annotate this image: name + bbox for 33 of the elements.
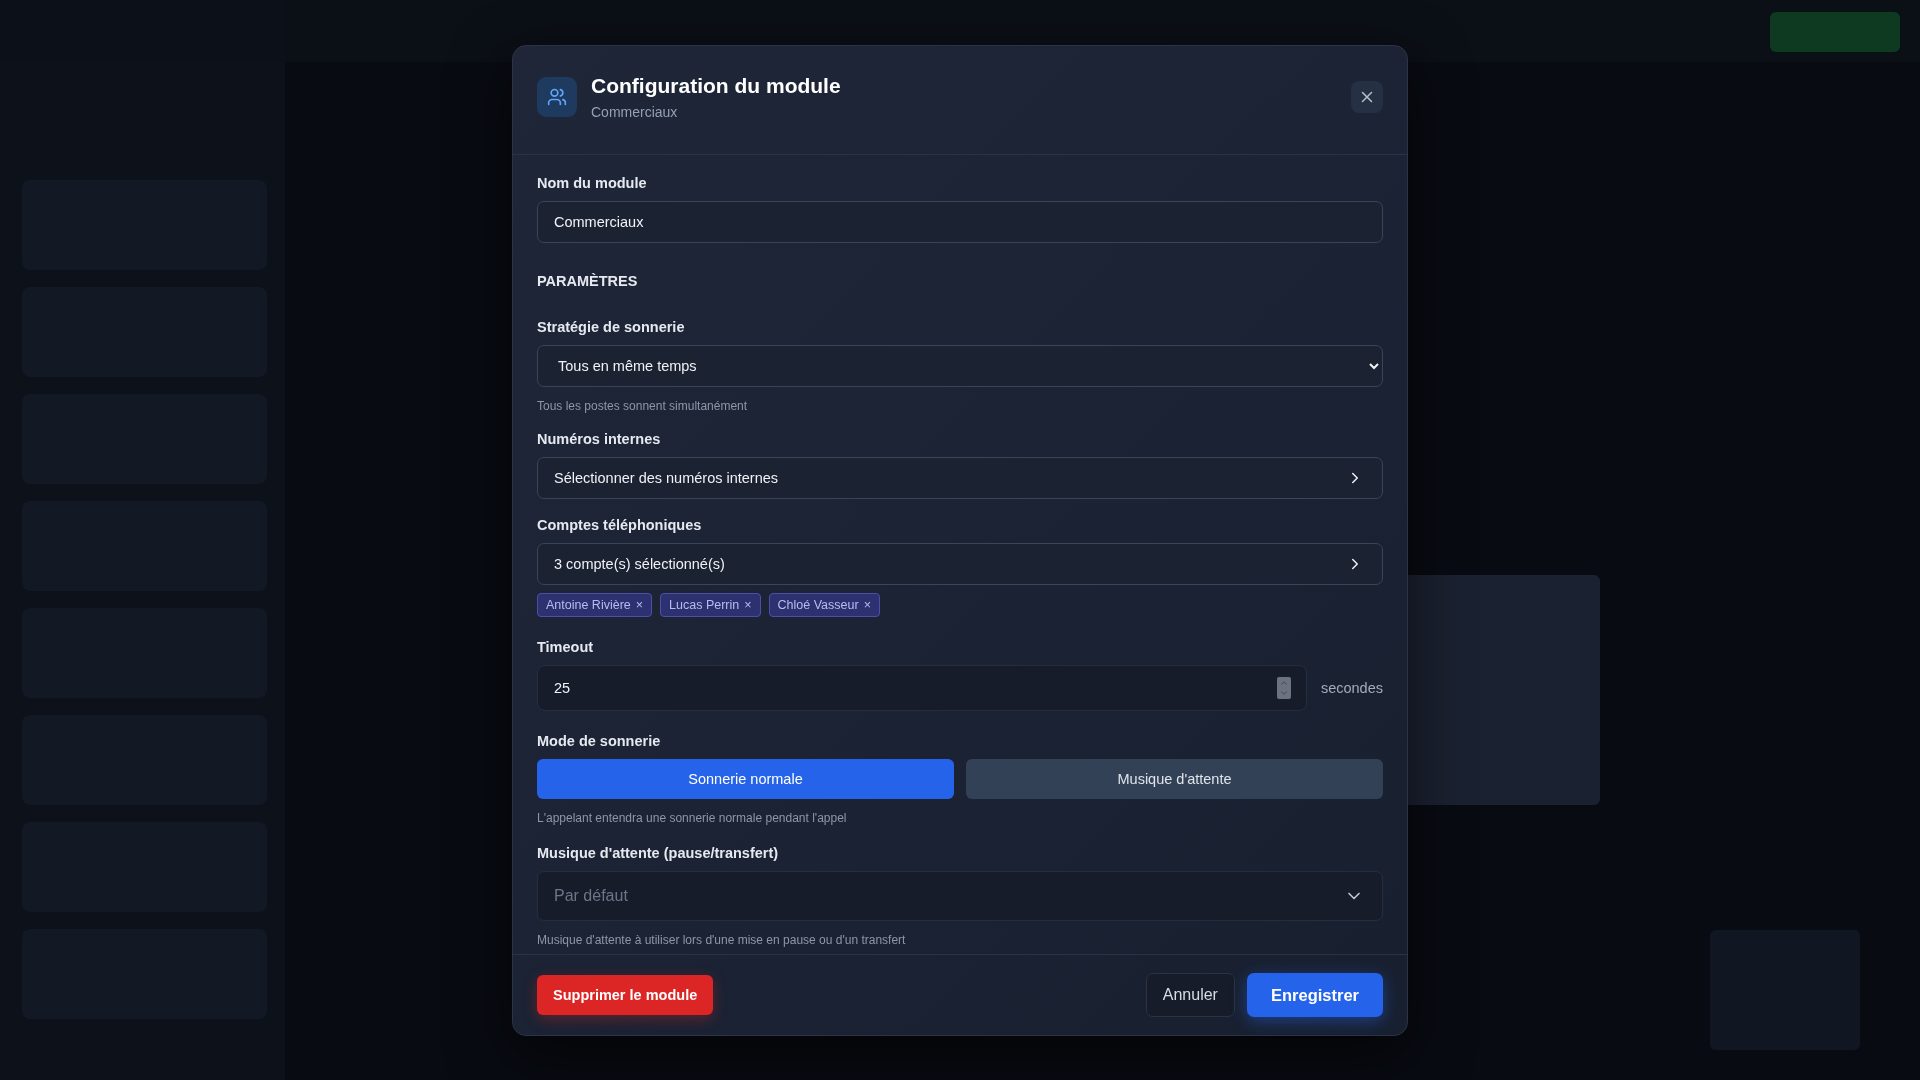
field-label: Comptes téléphoniques	[537, 517, 703, 533]
delete-button[interactable]: Supprimer le module	[537, 975, 714, 1015]
field-label: Musique d'attente (pause/transfert)	[537, 845, 780, 861]
cancel-button[interactable]: Annuler	[1145, 973, 1235, 1017]
section-heading: PARAMÈTRES	[537, 273, 639, 289]
save-button[interactable]: Enregistrer	[1246, 973, 1383, 1017]
field-label: Mode de sonnerie	[537, 733, 662, 749]
hold-music-select[interactable]: Par défaut	[537, 871, 1383, 921]
field-label: Stratégie de sonnerie	[537, 319, 686, 335]
timeout-field[interactable]: 25	[537, 665, 1307, 711]
remove-tag-button[interactable]: ×	[744, 598, 752, 612]
field-label: Numéros internes	[537, 431, 662, 447]
account-tag: Antoine Rivière ×	[537, 593, 653, 617]
accounts-picker[interactable]: 3 compte(s) sélectionné(s)	[537, 543, 1383, 585]
remove-tag-button[interactable]: ×	[863, 598, 871, 612]
mode-option[interactable]: Sonnerie normale	[537, 759, 954, 799]
input-field[interactable]: Commerciaux	[537, 201, 1383, 243]
field-label: Timeout	[537, 639, 595, 655]
field-hint: Tous les postes sonnent simultanément	[537, 399, 749, 413]
dialog-subtitle: Commerciaux	[591, 104, 679, 120]
remove-tag-button[interactable]: ×	[635, 598, 644, 612]
field-label: Nom du module	[537, 175, 648, 191]
close-button[interactable]	[1351, 81, 1383, 113]
account-tag: Lucas Perrin ×	[660, 593, 761, 617]
field-hint: Musique d'attente à utiliser lors d'une mise en pause ou d'un transfert	[537, 933, 907, 947]
strategy-select[interactable]: Tous en même temps	[537, 345, 1383, 387]
users-icon	[537, 77, 577, 117]
mode-option[interactable]: Musique d'attente	[966, 759, 1383, 799]
dialog-title: Configuration du module	[591, 74, 842, 98]
unit-label: secondes	[1320, 680, 1383, 696]
account-tag: Chloé Vasseur ×	[768, 593, 880, 617]
internal-numbers-picker[interactable]: Sélectionner des numéros internes	[537, 457, 1383, 499]
field-hint: L'appelant entendra une sonnerie normale pendant l'appel	[537, 811, 848, 825]
